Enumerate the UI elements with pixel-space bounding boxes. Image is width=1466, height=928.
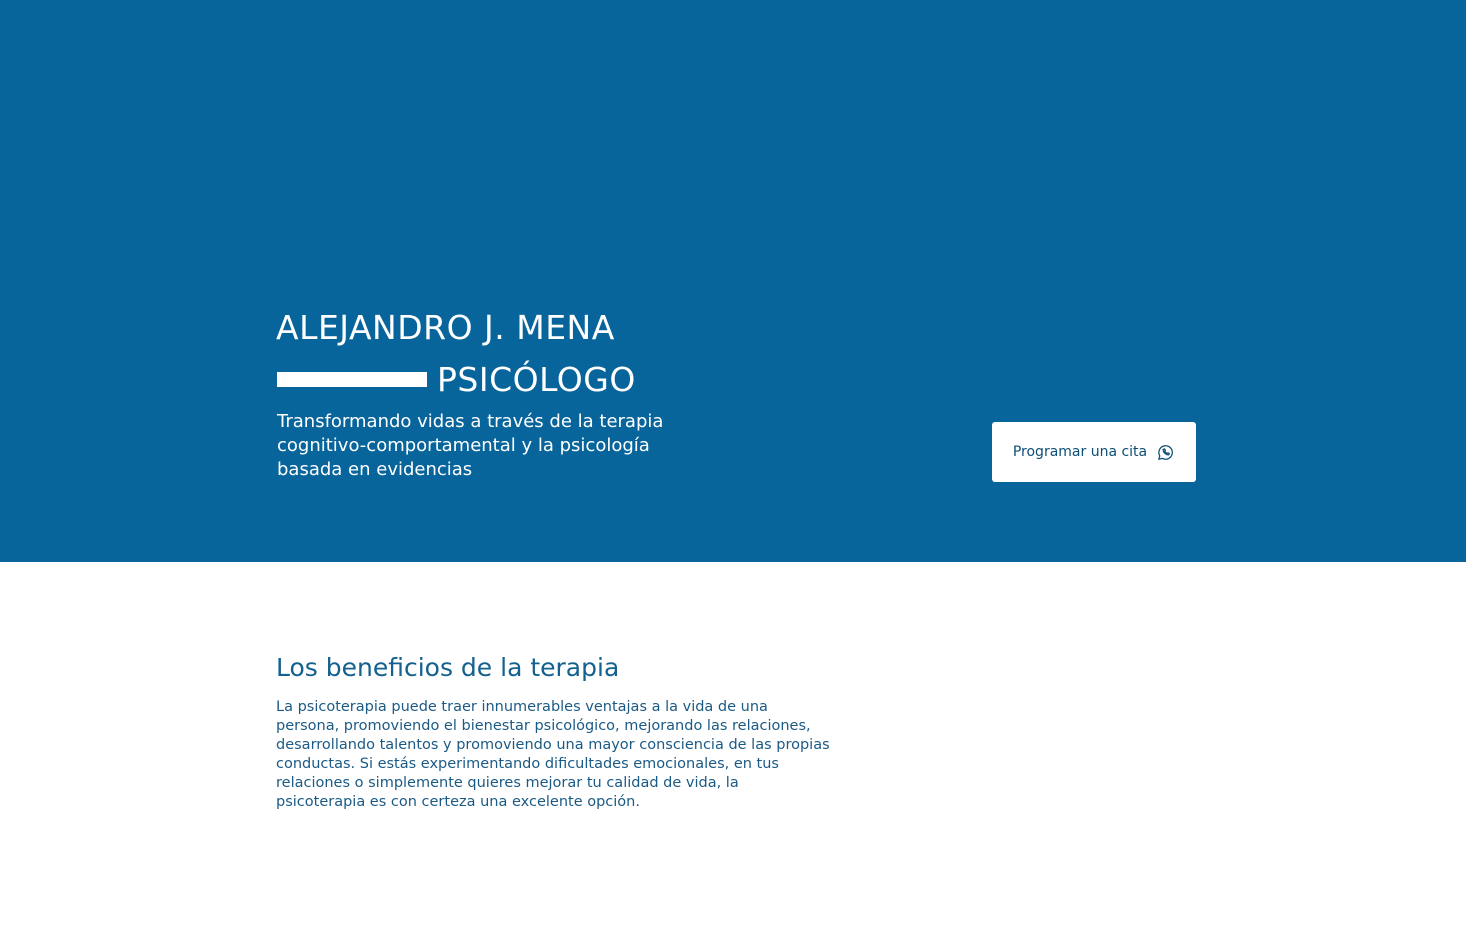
hero-accent-bar: [277, 372, 427, 387]
benefits-title: Los beneficios de la terapia: [276, 653, 620, 682]
whatsapp-icon: [1158, 444, 1174, 460]
hero-name: ALEJANDRO J. MENA: [276, 308, 615, 347]
hero-role: PSICÓLOGO: [437, 360, 636, 399]
schedule-appointment-button[interactable]: Programar una cita: [992, 422, 1196, 482]
benefits-body: La psicoterapia puede traer innumerables…: [276, 699, 830, 810]
hero-section: ALEJANDRO J. MENA PSICÓLOGO Transformand…: [0, 0, 1466, 562]
schedule-appointment-label: Programar una cita: [1012, 444, 1148, 460]
hero-tagline: Transformando vidas a través de la terap…: [277, 411, 664, 480]
